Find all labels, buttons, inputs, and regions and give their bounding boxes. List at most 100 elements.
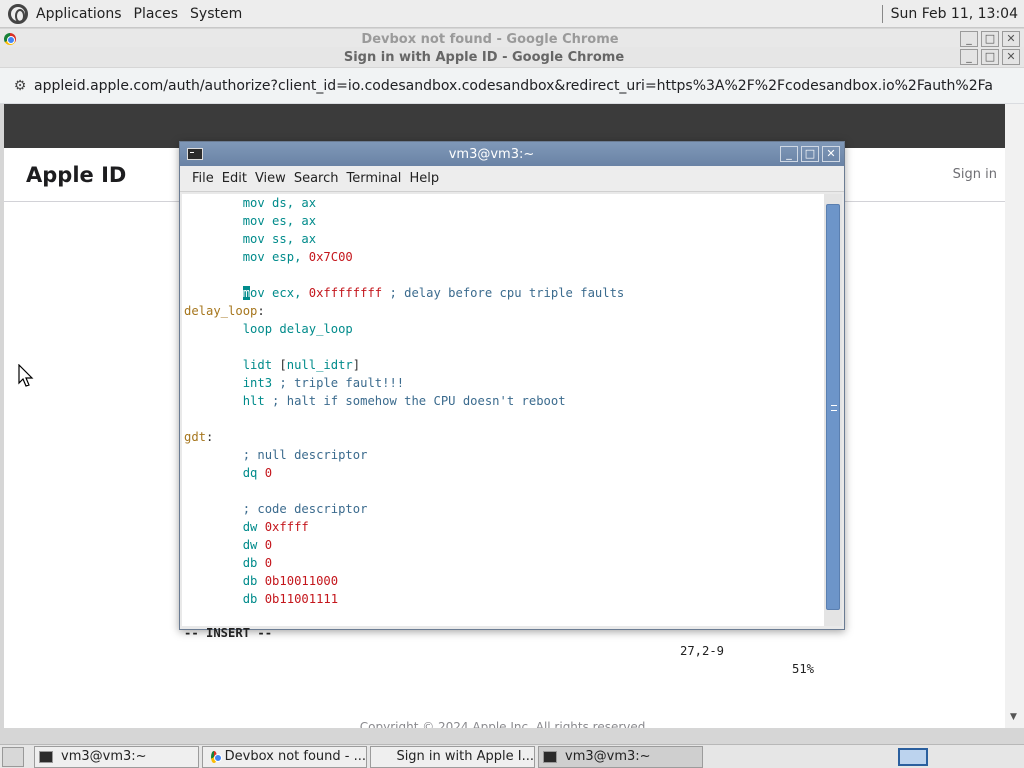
code-token: ax	[301, 196, 317, 210]
code-token: ds,	[264, 196, 302, 210]
menu-view[interactable]: View	[255, 171, 294, 186]
chrome-icon	[4, 33, 16, 45]
code-line[interactable]: delay_loop:	[182, 302, 824, 320]
workspace-switcher[interactable]	[898, 747, 928, 766]
taskbar-item[interactable]: vm3@vm3:~	[34, 745, 199, 768]
bottom-taskbar: vm3@vm3:~ Devbox not found - ... Sign in w…	[0, 744, 1024, 768]
vim-mode: -- INSERT --	[184, 626, 273, 640]
code-token: loop delay_loop	[242, 322, 353, 336]
maximize-button[interactable]: □	[981, 31, 999, 47]
url-text[interactable]: appleid.apple.com/auth/authorize?client_…	[34, 78, 994, 94]
code-token: 0x7C00	[308, 250, 353, 264]
taskbar-item-label: Sign in with Apple I...	[396, 749, 534, 764]
page-scrollbar[interactable]: ▼	[1005, 104, 1024, 728]
minimize-button[interactable]: _	[960, 31, 978, 47]
chrome-window-devbox-titlebar[interactable]: Devbox not found - Google Chrome _ □ ✕	[0, 29, 1024, 49]
code-line[interactable]	[182, 482, 824, 500]
code-line[interactable]: ; code descriptor	[182, 500, 824, 518]
show-desktop-button[interactable]	[2, 746, 24, 767]
clock[interactable]: Sun Feb 11, 13:04	[891, 6, 1018, 22]
code-line[interactable]: dq 0	[182, 464, 824, 482]
code-token: ; code descriptor	[242, 502, 368, 516]
maximize-button[interactable]: □	[801, 146, 819, 162]
code-token: dw	[242, 520, 265, 534]
scrollbar-thumb[interactable]	[826, 204, 840, 610]
code-token: 0	[264, 538, 273, 552]
code-line[interactable]: mov ss, ax	[182, 230, 824, 248]
code-token: lidt	[242, 358, 280, 372]
code-line[interactable]: gdt:	[182, 428, 824, 446]
code-token: ax	[301, 232, 317, 246]
minimize-button[interactable]: _	[780, 146, 798, 162]
site-settings-icon[interactable]: ⚙	[6, 78, 34, 94]
taskbar-item[interactable]: vm3@vm3:~	[538, 745, 703, 768]
code-token: mov	[242, 214, 265, 228]
code-line[interactable]: ; null descriptor	[182, 446, 824, 464]
close-button[interactable]: ✕	[822, 146, 840, 162]
vim-buffer[interactable]: mov ds, ax mov es, ax mov ss, ax mov esp…	[182, 194, 824, 608]
taskbar-item-label: Devbox not found - ...	[224, 749, 366, 764]
code-token: dw	[242, 538, 265, 552]
code-line[interactable]: db 0	[182, 554, 824, 572]
menu-help[interactable]: Help	[409, 171, 447, 186]
code-token: 0b10011000	[264, 574, 339, 588]
code-line[interactable]: mov ecx, 0xffffffff ; delay before cpu t…	[182, 284, 824, 302]
code-token: es,	[264, 214, 302, 228]
gnome-logo-icon[interactable]	[8, 3, 28, 24]
code-line[interactable]: int3 ; triple fault!!!	[182, 374, 824, 392]
code-token: 0xffff	[264, 520, 309, 534]
window-title: Devbox not found - Google Chrome	[361, 31, 619, 47]
menu-places[interactable]: Places	[132, 6, 189, 22]
address-bar[interactable]: ⚙ appleid.apple.com/auth/authorize?clien…	[0, 68, 1024, 104]
menu-system[interactable]: System	[188, 6, 252, 22]
menu-terminal[interactable]: Terminal	[346, 171, 409, 186]
code-line[interactable]: dw 0xffff	[182, 518, 824, 536]
close-button[interactable]: ✕	[1002, 49, 1020, 65]
code-line[interactable]	[182, 338, 824, 356]
menu-search[interactable]: Search	[294, 171, 347, 186]
code-line[interactable]: lidt [null_idtr]	[182, 356, 824, 374]
code-token: hlt	[242, 394, 265, 408]
terminal-icon	[39, 750, 53, 763]
page-footer: Copyright © 2024 Apple Inc. All rights r…	[359, 720, 650, 728]
code-line[interactable]: mov esp, 0x7C00	[182, 248, 824, 266]
menu-edit[interactable]: Edit	[222, 171, 255, 186]
scroll-down-arrow-icon[interactable]: ▼	[1010, 712, 1017, 722]
close-button[interactable]: ✕	[1002, 31, 1020, 47]
code-line[interactable]: dw 0	[182, 536, 824, 554]
code-token: 0	[264, 466, 273, 480]
terminal-scrollbar[interactable]	[824, 194, 842, 626]
page-title[interactable]: Apple ID	[26, 163, 126, 187]
code-line[interactable]: db 0b10011000	[182, 572, 824, 590]
code-line[interactable]: hlt ; halt if somehow the CPU doesn't re…	[182, 392, 824, 410]
sign-in-link[interactable]: Sign in	[953, 167, 997, 182]
taskbar-item[interactable]: Sign in with Apple I...	[370, 745, 535, 768]
chrome-window-apple-titlebar[interactable]: Sign in with Apple ID - Google Chrome _ …	[0, 47, 1024, 67]
code-token: esp,	[264, 250, 309, 264]
code-line[interactable]: loop delay_loop	[182, 320, 824, 338]
minimize-button[interactable]: _	[960, 49, 978, 65]
menu-applications[interactable]: Applications	[34, 6, 132, 22]
code-line[interactable]: mov es, ax	[182, 212, 824, 230]
code-token: delay_loop	[184, 304, 258, 318]
taskbar-item[interactable]: Devbox not found - ...	[202, 745, 367, 768]
code-token: mov	[242, 232, 265, 246]
maximize-button[interactable]: □	[981, 49, 999, 65]
taskbar-item-label: vm3@vm3:~	[61, 749, 147, 764]
menu-file[interactable]: File	[180, 171, 222, 186]
terminal-content[interactable]: mov ds, ax mov es, ax mov ss, ax mov esp…	[182, 194, 824, 676]
code-token: ; halt if somehow the CPU doesn't reboot	[264, 394, 566, 408]
terminal-window[interactable]: vm3@vm3:~ _ □ ✕ File Edit View Search Te…	[179, 141, 845, 676]
terminal-titlebar[interactable]: vm3@vm3:~ _ □ ✕	[180, 142, 844, 166]
code-line[interactable]	[182, 410, 824, 428]
code-line[interactable]	[182, 266, 824, 284]
code-token: ax	[301, 214, 317, 228]
grip-icon	[831, 405, 837, 411]
code-line[interactable]: mov ds, ax	[182, 194, 824, 212]
